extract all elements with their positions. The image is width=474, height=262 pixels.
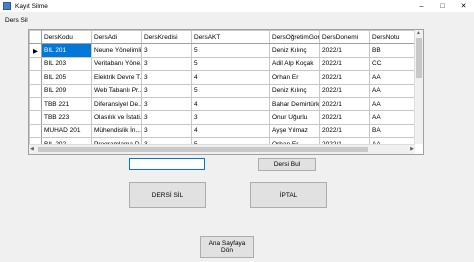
table-cell[interactable]: AA: [369, 83, 415, 98]
delete-course-button[interactable]: DERSİ SİL: [129, 182, 206, 208]
table-row[interactable]: BIL 205 Elektrik Devre T... 3 4 Orhan Er 2022…: [29, 70, 415, 85]
table-row[interactable]: MUHAD 201 Mühendislik İn... 3 4 Ayşe Yılmaz 2…: [29, 123, 415, 139]
table-cell[interactable]: 3: [141, 96, 192, 112]
column-header[interactable]: DersKodu: [41, 30, 92, 45]
row-header[interactable]: [29, 96, 42, 112]
home-page-button[interactable]: Ana Sayfaya Dön: [200, 236, 254, 258]
maximize-button[interactable]: □: [432, 0, 453, 12]
horizontal-scroll-thumb[interactable]: [38, 147, 368, 152]
table-row[interactable]: TBB 223 Olasılık ve İstati... 3 3 Onur Uğurl…: [29, 110, 415, 125]
table-cell[interactable]: AA: [369, 96, 415, 112]
cancel-button[interactable]: İPTAL: [250, 182, 327, 208]
table-cell[interactable]: 4: [191, 70, 270, 85]
table-row[interactable]: TBB 221 Diferansiyel De... 3 4 Bahar Demirtü…: [29, 96, 415, 112]
table-cell[interactable]: 3: [141, 123, 192, 139]
table-cell[interactable]: 2022/1: [319, 96, 370, 112]
close-button[interactable]: ✕: [453, 0, 474, 12]
app-icon: [3, 2, 11, 10]
table-cell[interactable]: BA: [369, 123, 415, 139]
row-header[interactable]: ▶: [29, 43, 42, 58]
row-header[interactable]: [29, 123, 42, 139]
table-cell[interactable]: Deniz Kılınç: [269, 43, 320, 58]
table-cell[interactable]: AA: [369, 110, 415, 125]
table-cell[interactable]: 3: [191, 110, 270, 125]
title-bar: Kayıt Silme – □ ✕: [0, 0, 474, 12]
table-cell[interactable]: Neune Yönelimli...: [91, 43, 142, 58]
table-cell[interactable]: CC: [369, 56, 415, 72]
table-row[interactable]: BIL 209 Web Tabanlı Pr... 3 5 Deniz Kılınç 20…: [29, 83, 415, 98]
table-cell[interactable]: 5: [191, 43, 270, 58]
table-cell[interactable]: Diferansiyel De...: [91, 96, 142, 112]
table-cell[interactable]: 2022/1: [319, 83, 370, 98]
corner-header: [29, 30, 42, 45]
table-cell[interactable]: TBB 223: [41, 110, 92, 125]
table-cell[interactable]: AA: [369, 70, 415, 85]
table-cell[interactable]: BIL 201: [41, 43, 92, 58]
table-cell[interactable]: 3: [141, 70, 192, 85]
window-controls: – □ ✕: [411, 0, 474, 12]
table-cell[interactable]: 5: [191, 83, 270, 98]
column-header[interactable]: DersAdi: [91, 30, 142, 45]
horizontal-scrollbar[interactable]: ◀ ▶: [29, 144, 415, 154]
table-cell[interactable]: 3: [141, 83, 192, 98]
row-header[interactable]: [29, 83, 42, 98]
table-cell[interactable]: 4: [191, 123, 270, 139]
table-cell[interactable]: Elektrik Devre T...: [91, 70, 142, 85]
table-cell[interactable]: TBB 221: [41, 96, 92, 112]
table-cell[interactable]: Olasılık ve İstati...: [91, 110, 142, 125]
table-cell[interactable]: BB: [369, 43, 415, 58]
table-cell[interactable]: 2022/1: [319, 43, 370, 58]
course-code-input[interactable]: [129, 158, 205, 170]
table-cell[interactable]: Orhan Er: [269, 70, 320, 85]
column-header[interactable]: DersOğretimGore: [269, 30, 320, 45]
table-cell[interactable]: Mühendislik İn...: [91, 123, 142, 139]
vertical-scroll-thumb[interactable]: [416, 38, 422, 78]
table-cell[interactable]: BIL 203: [41, 56, 92, 72]
column-header[interactable]: DersNotu: [369, 30, 415, 45]
table-cell[interactable]: 2022/1: [319, 110, 370, 125]
table-cell[interactable]: 2022/1: [319, 56, 370, 72]
table-cell[interactable]: 3: [141, 110, 192, 125]
table-cell[interactable]: 4: [191, 96, 270, 112]
table-cell[interactable]: BIL 205: [41, 70, 92, 85]
group-label: Ders Sil: [5, 17, 28, 24]
table-cell[interactable]: Bahar Demirtürk: [269, 96, 320, 112]
table-cell[interactable]: 5: [191, 56, 270, 72]
courses-table: DersKodu DersAdi DersKredisi DersAKT Der…: [29, 30, 415, 152]
courses-datagrid[interactable]: DersKodu DersAdi DersKredisi DersAKT Der…: [28, 29, 424, 155]
window-title: Kayıt Silme: [15, 2, 48, 10]
scroll-left-icon[interactable]: ◀: [30, 146, 34, 152]
table-cell[interactable]: Web Tabanlı Pr...: [91, 83, 142, 98]
table-cell[interactable]: Deniz Kılınç: [269, 83, 320, 98]
scroll-up-icon[interactable]: ▲: [416, 30, 421, 36]
row-header[interactable]: [29, 110, 42, 125]
table-cell[interactable]: 2022/1: [319, 123, 370, 139]
header-row: DersKodu DersAdi DersKredisi DersAKT Der…: [29, 30, 415, 45]
vertical-scrollbar[interactable]: ▲: [414, 30, 423, 144]
table-cell[interactable]: MUHAD 201: [41, 123, 92, 139]
table-row[interactable]: BIL 203 Veritabanı Yöne... 3 5 Adil Alp Koça…: [29, 56, 415, 72]
row-header[interactable]: [29, 70, 42, 85]
table-cell[interactable]: Adil Alp Koçak: [269, 56, 320, 72]
table-cell[interactable]: 2022/1: [319, 70, 370, 85]
table-cell[interactable]: 3: [141, 43, 192, 58]
table-cell[interactable]: Onur Uğurlu: [269, 110, 320, 125]
column-header[interactable]: DersKredisi: [141, 30, 192, 45]
scroll-right-icon[interactable]: ▶: [410, 146, 414, 152]
find-course-button[interactable]: Dersi Bul: [258, 158, 316, 171]
minimize-button[interactable]: –: [411, 0, 432, 12]
table-row[interactable]: ▶ BIL 201 Neune Yönelimli... 3 5 Deniz Kılınç…: [29, 43, 415, 58]
table-cell[interactable]: Ayşe Yılmaz: [269, 123, 320, 139]
column-header[interactable]: DersDonemi: [319, 30, 370, 45]
table-cell[interactable]: BIL 209: [41, 83, 92, 98]
table-cell[interactable]: Veritabanı Yöne...: [91, 56, 142, 72]
row-header[interactable]: [29, 56, 42, 72]
column-header[interactable]: DersAKT: [191, 30, 270, 45]
table-cell[interactable]: 3: [141, 56, 192, 72]
